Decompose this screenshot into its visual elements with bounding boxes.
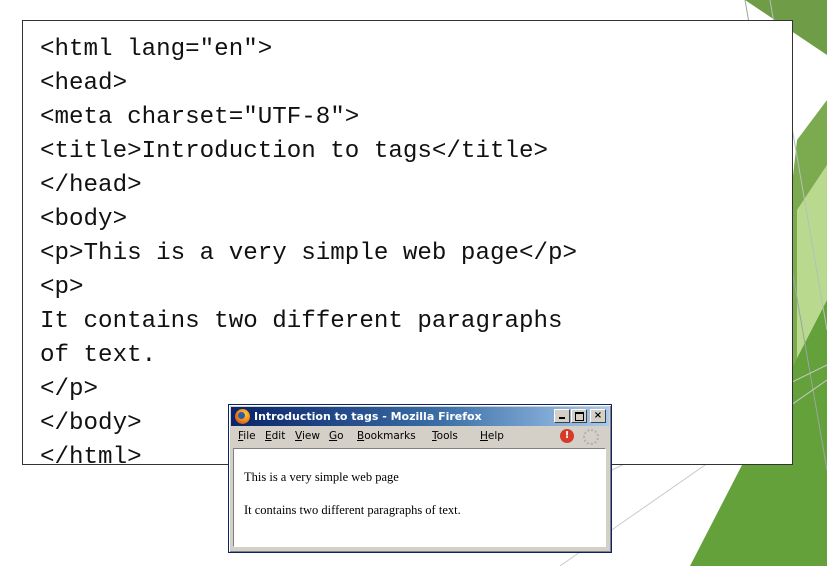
menu-go[interactable]: Go [329,430,344,443]
menu-help[interactable]: Help [480,430,504,443]
code-listing: <html lang="en"> <head> <meta charset="U… [22,20,793,471]
minimize-button[interactable] [554,409,570,423]
menu-bar: File Edit View Go Bookmarks Tools Help ! [231,427,609,446]
menu-view[interactable]: View [295,430,320,443]
code-line: <p>This is a very simple web page</p> [40,240,578,267]
code-line: </html> [40,444,142,471]
page-content: This is a very simple web page It contai… [233,448,606,547]
firefox-logo-icon [235,409,250,424]
menu-file[interactable]: File [238,430,256,443]
menu-tools[interactable]: Tools [432,430,458,443]
window-title: Introduction to tags - Mozilla Firefox [254,410,482,423]
paragraph-2: It contains two different paragraphs of … [244,503,461,517]
code-line: </head> [40,172,142,199]
code-line: <html lang="en"> [40,36,273,63]
menu-edit[interactable]: Edit [265,430,285,443]
code-line: <p> [40,274,84,301]
code-line: </body> [40,410,142,437]
menu-bookmarks[interactable]: Bookmarks [357,430,416,443]
throbber-icon [583,429,599,445]
code-line: </p> [40,376,99,403]
close-button[interactable]: × [590,409,606,423]
maximize-button[interactable] [571,409,587,423]
light-green-panel [797,165,827,420]
code-line: <title>Introduction to tags</title> [40,138,549,165]
code-line: <meta charset="UTF-8"> [40,104,360,131]
window-title-bar[interactable]: Introduction to tags - Mozilla Firefox × [231,407,609,426]
code-line: <body> [40,206,128,233]
paragraph-1: This is a very simple web page [244,470,399,484]
stop-icon[interactable]: ! [560,429,574,443]
code-line: of text. [40,342,157,369]
code-line: <head> [40,70,128,97]
firefox-window: Introduction to tags - Mozilla Firefox ×… [228,404,612,553]
code-line: It contains two different paragraphs [40,308,563,335]
